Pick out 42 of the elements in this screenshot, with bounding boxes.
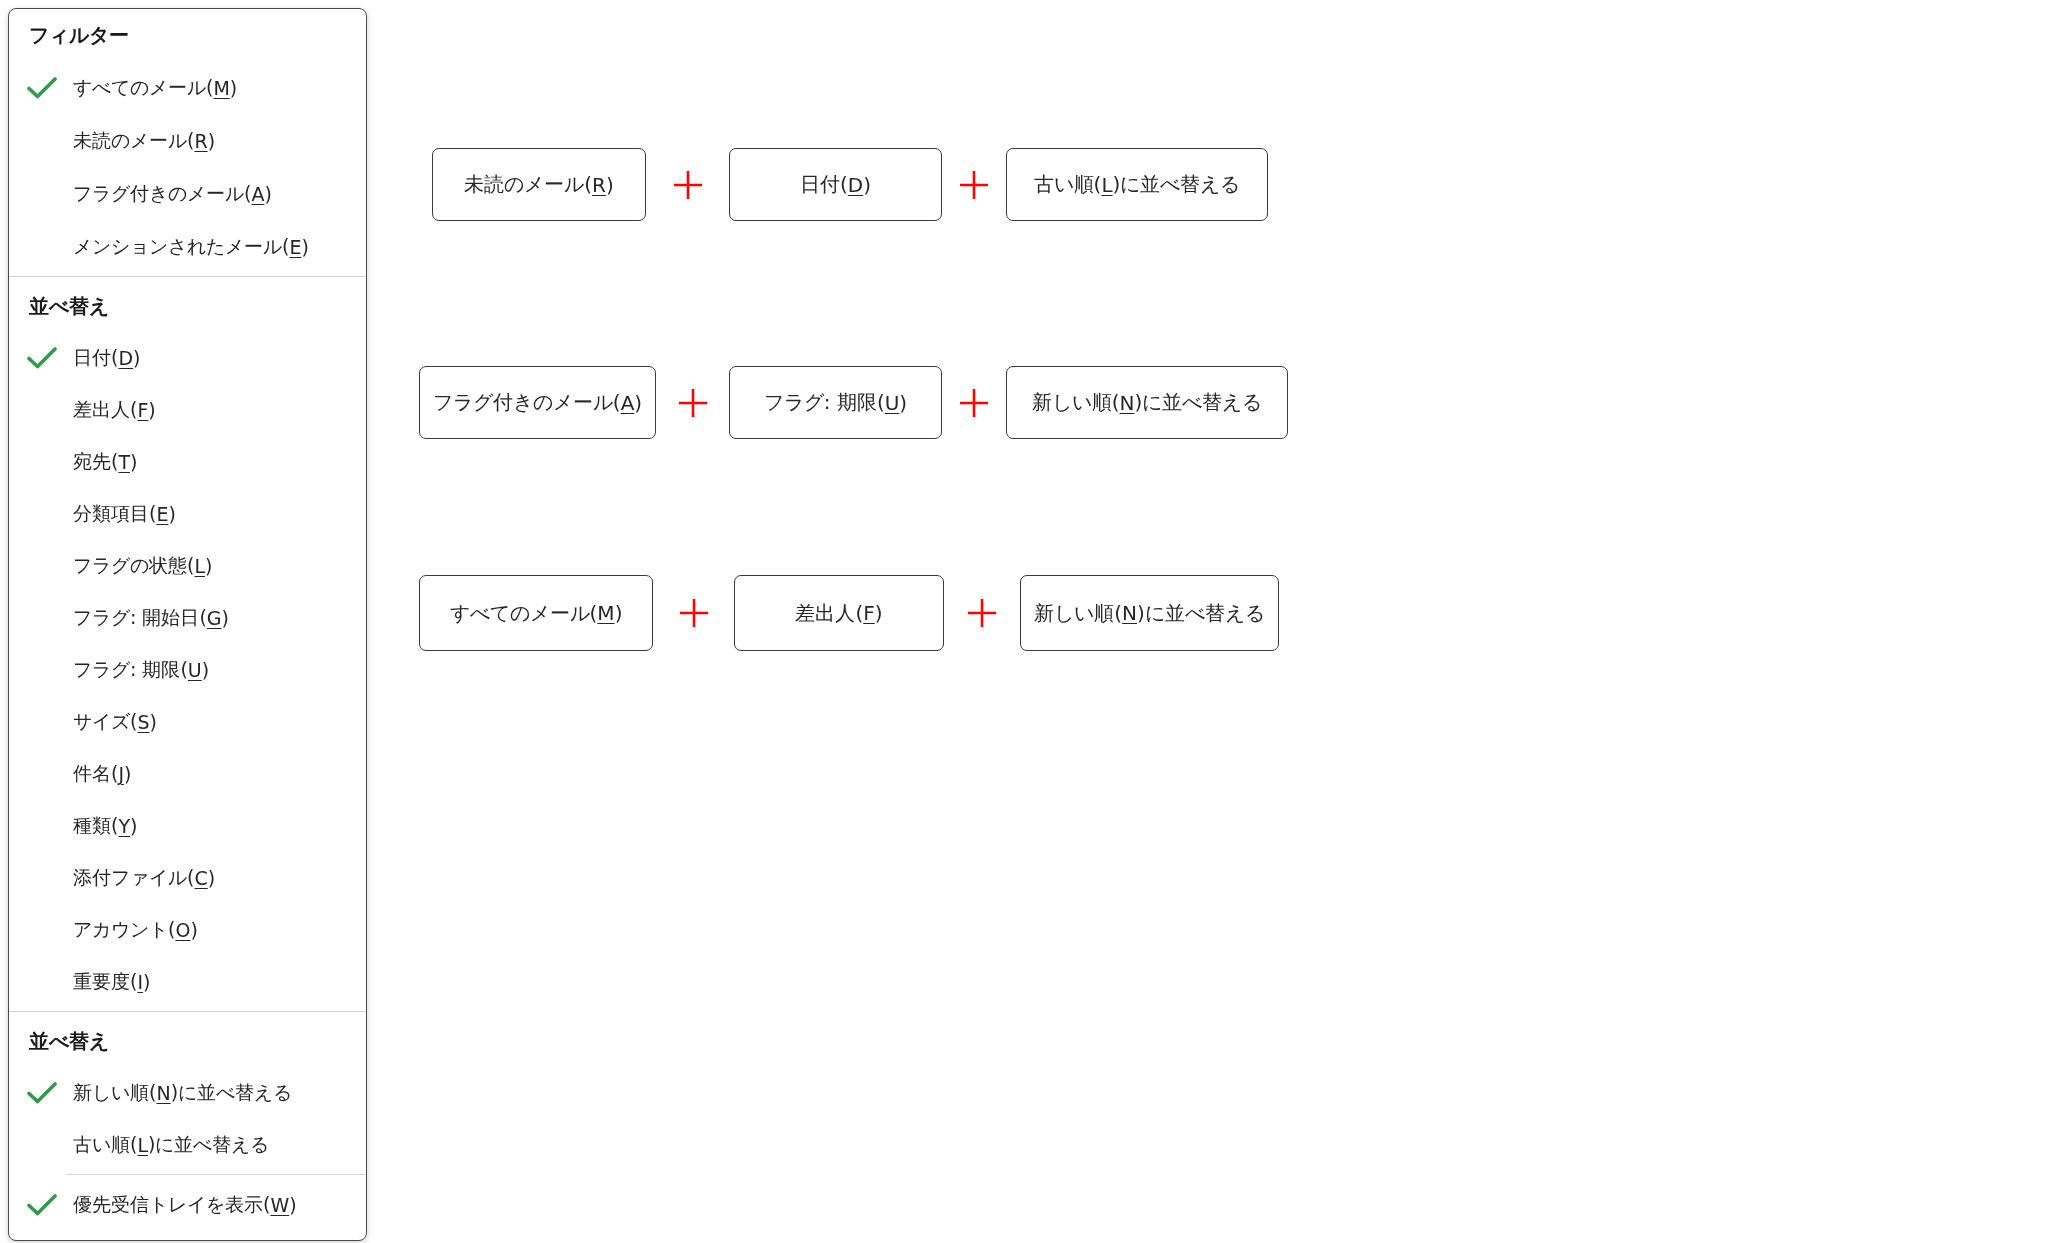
menu-item[interactable]: フラグの状態(L) [9, 540, 366, 592]
menu-item[interactable]: フラグ: 期限(U) [9, 644, 366, 696]
check-icon [27, 347, 57, 369]
menu-item[interactable]: 優先受信トレイを表示(W) [9, 1178, 366, 1232]
option-node: 日付(D) [729, 148, 942, 221]
check-icon [27, 1082, 57, 1104]
menu-item[interactable]: 新しい順(N)に並べ替える [9, 1067, 366, 1119]
plus-icon [959, 169, 989, 200]
menu-item[interactable]: 種類(Y) [9, 800, 366, 852]
plus-icon [967, 598, 997, 628]
option-node: 古い順(L)に並べ替える [1006, 148, 1268, 221]
plus-icon [959, 387, 989, 418]
menu-item[interactable]: 差出人(F) [9, 384, 366, 436]
option-node: 新しい順(N)に並べ替える [1020, 575, 1279, 651]
check-icon [27, 1194, 57, 1216]
option-node: 未読のメール(R) [432, 148, 646, 221]
option-node: 差出人(F) [734, 575, 944, 651]
menu-item[interactable]: フラグ: 開始日(G) [9, 592, 366, 644]
option-node: フラグ: 期限(U) [729, 366, 942, 439]
menu-item[interactable]: 件名(J) [9, 748, 366, 800]
menu-item[interactable]: メンションされたメール(E) [9, 220, 366, 273]
menu-item[interactable]: フラグ付きのメール(A) [9, 167, 366, 220]
menu-item[interactable]: 未読のメール(R) [9, 114, 366, 167]
plus-icon [672, 169, 703, 200]
menu-item[interactable]: すべてのメール(M) [9, 61, 366, 114]
menu-item[interactable]: アカウント(O) [9, 904, 366, 956]
plus-icon [678, 598, 709, 628]
option-node: フラグ付きのメール(A) [419, 366, 656, 439]
option-node: 新しい順(N)に並べ替える [1006, 366, 1288, 439]
menu-section-title: フィルター [28, 21, 130, 49]
menu-section-title: 並べ替え [28, 1027, 110, 1055]
menu-item[interactable]: 古い順(L)に並べ替える [9, 1119, 366, 1171]
menu-item[interactable]: サイズ(S) [9, 696, 366, 748]
menu-item[interactable]: 日付(D) [9, 332, 366, 384]
menu-item[interactable]: 分類項目(E) [9, 488, 366, 540]
menu-item[interactable]: 宛先(T) [9, 436, 366, 488]
option-node: すべてのメール(M) [419, 575, 653, 651]
plus-icon [677, 387, 708, 418]
check-icon [27, 76, 57, 99]
menu-section-title: 並べ替え [28, 292, 110, 320]
menu-item[interactable]: 重要度(I) [9, 956, 366, 1008]
menu-item[interactable]: 添付ファイル(C) [9, 852, 366, 904]
